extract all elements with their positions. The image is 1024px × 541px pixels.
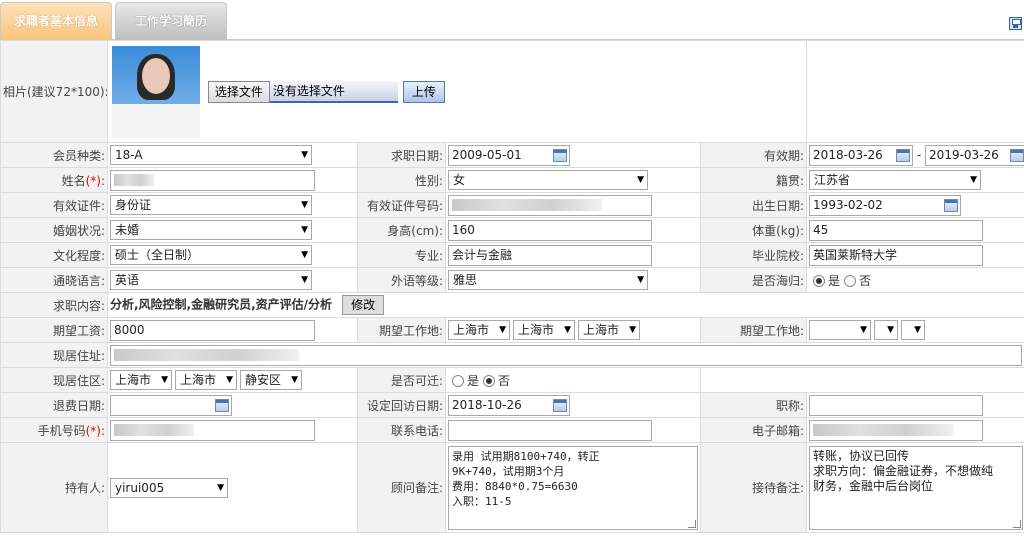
- refund-date-input[interactable]: [110, 394, 232, 416]
- address-label: 现居住址:: [0, 342, 108, 368]
- valid-separator: -: [916, 147, 922, 162]
- holder-label: 持有人:: [0, 442, 108, 533]
- work-location-label: 期望工作地:: [357, 317, 446, 343]
- visit-date-input[interactable]: 2018-10-26: [448, 394, 570, 416]
- member-type-label: 会员种类:: [0, 142, 108, 168]
- valid-from-input[interactable]: 2018-03-26: [809, 144, 914, 166]
- calendar-icon[interactable]: [553, 148, 567, 162]
- id-number-input[interactable]: [448, 194, 652, 216]
- applicant-form: 相片(建议72*100): 选择文件 没有选择文件 上传 会员种类: 18-A ▼ 求…: [0, 40, 1024, 533]
- weight-label: 体重(kg):: [699, 217, 808, 243]
- id-number-label: 有效证件号码:: [357, 192, 446, 218]
- calendar-icon[interactable]: [553, 398, 567, 412]
- relocate-yes-radio[interactable]: [452, 375, 464, 387]
- education-label: 文化程度:: [0, 242, 108, 268]
- holder-select[interactable]: yirui005 ▼: [110, 477, 228, 498]
- returnee-no-radio[interactable]: [844, 275, 857, 287]
- native-place-label: 籍贯:: [699, 167, 808, 193]
- email-input[interactable]: [809, 419, 984, 441]
- language-label: 通晓语言:: [0, 267, 108, 293]
- native-place-select[interactable]: 江苏省 ▼: [809, 170, 982, 190]
- salary-label: 期望工资:: [0, 317, 108, 343]
- work-location-2-province-select[interactable]: ▼: [809, 320, 872, 340]
- reception-note-label: 接待备注:: [699, 442, 808, 533]
- district-city-select[interactable]: 上海市 ▼: [175, 370, 237, 390]
- calendar-icon[interactable]: [215, 398, 229, 412]
- apply-date-input[interactable]: 2009-05-01: [448, 144, 570, 166]
- name-input[interactable]: [110, 169, 315, 191]
- mobile-input[interactable]: [110, 419, 315, 441]
- phone-input[interactable]: [448, 419, 652, 441]
- height-input[interactable]: 160: [448, 219, 652, 241]
- visit-date-label: 设定回访日期:: [357, 392, 446, 418]
- relocate-label: 是否可迁:: [357, 367, 446, 393]
- work-location-district-select[interactable]: 上海市 ▼: [578, 320, 640, 340]
- gender-select[interactable]: 女 ▼: [448, 170, 648, 190]
- valid-period-label: 有效期:: [699, 142, 808, 168]
- language-select[interactable]: 英语 ▼: [110, 270, 312, 290]
- tab-work-study-resume[interactable]: 工作学习簡历: [115, 2, 227, 40]
- id-type-label: 有效证件:: [0, 192, 108, 218]
- upload-button[interactable]: 上传: [402, 80, 445, 103]
- consultant-note-label: 顾问备注:: [357, 442, 446, 533]
- district-area-select[interactable]: 静安区 ▼: [240, 370, 302, 390]
- applicant-photo: [112, 45, 200, 138]
- language-level-label: 外语等级:: [357, 267, 446, 293]
- valid-to-input[interactable]: 2019-03-26: [925, 144, 1024, 166]
- education-select[interactable]: 硕士（全日制） ▼: [110, 245, 312, 265]
- save-icon[interactable]: [1009, 17, 1022, 30]
- refund-date-label: 退费日期:: [0, 392, 108, 418]
- returnee-label: 是否海归:: [699, 267, 808, 293]
- weight-input[interactable]: 45: [809, 219, 984, 241]
- birth-date-label: 出生日期:: [699, 192, 808, 218]
- gender-label: 性别:: [357, 167, 446, 193]
- consultant-note-textarea[interactable]: 录用 试用期8100+740，转正 9K+740，试用期3个月 费用：8840*…: [448, 445, 698, 530]
- work-location-2-city-select[interactable]: ▼: [874, 320, 899, 340]
- job-content-text: 分析,风险控制,金融研究员,资产评估/分析: [110, 297, 333, 312]
- work-location-2-label: 期望工作地:: [699, 317, 808, 343]
- marital-select[interactable]: 未婚 ▼: [110, 220, 312, 240]
- returnee-yes-radio[interactable]: [813, 275, 826, 287]
- photo-label: 相片(建议72*100):: [0, 40, 108, 143]
- returnee-no-label: 否: [859, 273, 872, 288]
- name-label: 姓名(*):: [0, 167, 108, 193]
- reception-note-textarea[interactable]: 转账，协议已回传 求职方向：偏金融证券，不想做纯 财务，金融中后台岗位: [809, 445, 1024, 530]
- tab-basic-info[interactable]: 求職者基本信息: [0, 2, 112, 40]
- returnee-yes-label: 是: [828, 273, 841, 288]
- email-label: 电子邮箱:: [699, 417, 808, 443]
- major-input[interactable]: 会计与金融: [448, 244, 652, 266]
- job-title-input[interactable]: [809, 394, 984, 416]
- school-label: 毕业院校:: [699, 242, 808, 268]
- relocate-no-radio[interactable]: [483, 375, 496, 387]
- calendar-icon[interactable]: [944, 198, 959, 212]
- relocate-yes-label: 是: [467, 373, 480, 388]
- job-title-label: 职称:: [699, 392, 808, 418]
- tab-bar: 求職者基本信息 工作学习簡历: [0, 0, 1024, 40]
- edit-button[interactable]: 修改: [342, 295, 385, 315]
- phone-label: 联系电话:: [357, 417, 446, 443]
- height-label: 身高(cm):: [357, 217, 446, 243]
- work-location-province-select[interactable]: 上海市 ▼: [448, 320, 510, 340]
- id-type-select[interactable]: 身份证 ▼: [110, 195, 312, 215]
- member-type-select[interactable]: 18-A ▼: [110, 145, 312, 165]
- file-name-display: 没有选择文件: [269, 80, 398, 103]
- calendar-icon[interactable]: [1010, 148, 1024, 162]
- district-label: 现居住区:: [0, 367, 108, 393]
- school-input[interactable]: 英国莱斯特大学: [809, 244, 984, 266]
- mobile-label: 手机号码(*):: [0, 417, 108, 443]
- marital-label: 婚姻状况:: [0, 217, 108, 243]
- choose-file-button[interactable]: 选择文件: [207, 80, 270, 103]
- birth-date-input[interactable]: 1993-02-02: [809, 194, 962, 216]
- work-location-2-district-select[interactable]: ▼: [901, 320, 926, 340]
- apply-date-label: 求职日期:: [357, 142, 446, 168]
- language-level-select[interactable]: 雅思 ▼: [448, 270, 648, 290]
- major-label: 专业:: [357, 242, 446, 268]
- district-province-select[interactable]: 上海市 ▼: [110, 370, 172, 390]
- relocate-no-label: 否: [498, 373, 511, 388]
- calendar-icon[interactable]: [896, 148, 911, 162]
- address-input[interactable]: [110, 344, 1022, 366]
- salary-input[interactable]: 8000: [110, 319, 315, 341]
- work-location-city-select[interactable]: 上海市 ▼: [513, 320, 575, 340]
- job-content-label: 求职内容:: [0, 292, 108, 318]
